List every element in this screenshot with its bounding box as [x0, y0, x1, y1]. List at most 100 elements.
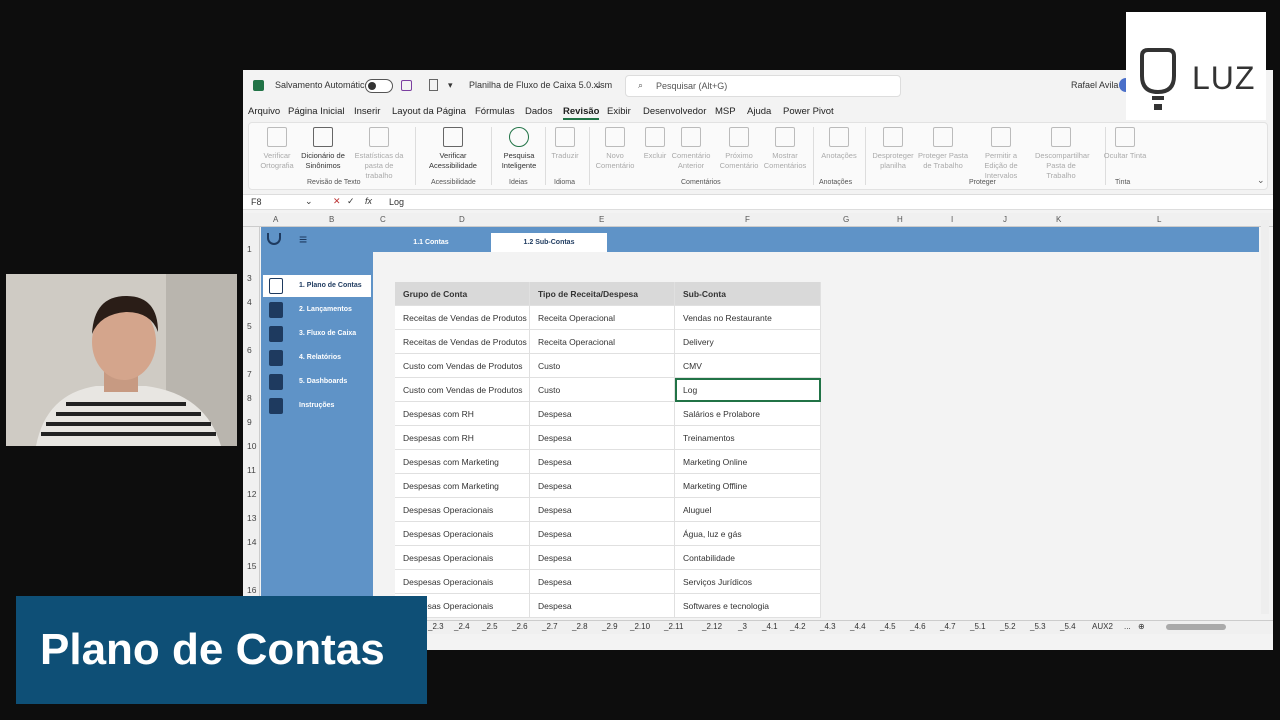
- unprotect-sheet-button[interactable]: Desproteger planilha: [867, 127, 919, 171]
- previous-comment-button[interactable]: Comentário Anterior: [665, 127, 717, 171]
- name-box[interactable]: F8: [251, 197, 262, 207]
- unshare-workbook-button[interactable]: Descompartilhar Pasta de Trabalho: [1035, 127, 1090, 181]
- vertical-scrollbar[interactable]: [1261, 220, 1269, 614]
- tab-contas[interactable]: 1.1 Contas: [383, 233, 479, 252]
- sidebar-item-instrucoes[interactable]: Instruções: [263, 395, 371, 417]
- allow-edit-ranges-button[interactable]: Permitir a Edição de Intervalos: [975, 127, 1027, 181]
- row-header[interactable]: 14: [247, 537, 256, 547]
- table-cell[interactable]: Serviços Jurídicos: [675, 570, 821, 594]
- hamburger-menu-icon[interactable]: ≡: [299, 231, 307, 247]
- tab-msp[interactable]: MSP: [715, 106, 736, 117]
- spelling-button[interactable]: Verificar Ortografia: [251, 127, 303, 171]
- table-cell[interactable]: Delivery: [675, 330, 821, 354]
- formula-input[interactable]: Log: [389, 197, 404, 207]
- fx-icon[interactable]: fx: [365, 196, 372, 206]
- search-box[interactable]: ⌕ Pesquisar (Alt+G): [625, 75, 901, 97]
- tab-revisao[interactable]: Revisão: [563, 106, 600, 120]
- tab-inserir[interactable]: Inserir: [354, 106, 380, 117]
- table-cell[interactable]: Custo: [530, 354, 675, 378]
- user-name[interactable]: Rafael Avila: [1071, 80, 1118, 90]
- sheet-tab[interactable]: _5.1: [970, 622, 986, 631]
- sheet-tab[interactable]: _2.7: [542, 622, 558, 631]
- table-cell[interactable]: Despesa: [530, 570, 675, 594]
- sheet-tab[interactable]: _2.10: [630, 622, 650, 631]
- column-header[interactable]: D: [459, 215, 465, 224]
- sheet-tab[interactable]: _2.9: [602, 622, 618, 631]
- table-cell[interactable]: Despesas com Marketing: [395, 450, 530, 474]
- save-icon[interactable]: [401, 80, 412, 91]
- column-header-tipo[interactable]: Tipo de Receita/Despesa: [530, 282, 675, 306]
- sheet-tab[interactable]: _5.2: [1000, 622, 1016, 631]
- sheet-tab[interactable]: _2.5: [482, 622, 498, 631]
- row-header[interactable]: 15: [247, 561, 256, 571]
- column-header[interactable]: C: [380, 215, 386, 224]
- sidebar-item-dashboards[interactable]: 5. Dashboards: [263, 371, 371, 393]
- thesaurus-button[interactable]: Dicionário de Sinônimos: [297, 127, 349, 171]
- accessibility-button[interactable]: Verificar Acessibilidade: [427, 127, 479, 171]
- sheet-tab[interactable]: _4.4: [850, 622, 866, 631]
- tab-formulas[interactable]: Fórmulas: [475, 106, 515, 117]
- tab-power-pivot[interactable]: Power Pivot: [783, 106, 834, 117]
- protect-workbook-button[interactable]: Proteger Pasta de Trabalho: [917, 127, 969, 171]
- table-cell[interactable]: Custo com Vendas de Produtos: [395, 354, 530, 378]
- horizontal-scrollbar[interactable]: [1166, 624, 1226, 630]
- sidebar-item-lancamentos[interactable]: 2. Lançamentos: [263, 299, 371, 321]
- table-cell[interactable]: Despesa: [530, 474, 675, 498]
- add-sheet-icon[interactable]: ⊕: [1138, 622, 1145, 631]
- table-cell[interactable]: Despesa: [530, 594, 675, 618]
- chevron-down-icon[interactable]: ⌄: [595, 80, 603, 91]
- row-header[interactable]: 12: [247, 489, 256, 499]
- sheet-tab[interactable]: _2.8: [572, 622, 588, 631]
- table-cell[interactable]: Despesas Operacionais: [395, 498, 530, 522]
- row-header[interactable]: 5: [247, 321, 252, 331]
- file-name[interactable]: Planilha de Fluxo de Caixa 5.0.xlsm: [469, 80, 612, 90]
- table-cell[interactable]: Despesas Operacionais: [395, 546, 530, 570]
- sheet-tab[interactable]: _5.3: [1030, 622, 1046, 631]
- column-header-sub-conta[interactable]: Sub-Conta: [675, 282, 821, 306]
- sidebar-item-fluxo-de-caixa[interactable]: 3. Fluxo de Caixa: [263, 323, 371, 345]
- table-cell[interactable]: Aluguel: [675, 498, 821, 522]
- row-header[interactable]: 9: [247, 417, 252, 427]
- column-header[interactable]: H: [897, 215, 903, 224]
- tab-ajuda[interactable]: Ajuda: [747, 106, 771, 117]
- sheet-tab[interactable]: _4.2: [790, 622, 806, 631]
- row-header[interactable]: 10: [247, 441, 256, 451]
- sheet-tab[interactable]: _4.5: [880, 622, 896, 631]
- column-header[interactable]: B: [329, 215, 334, 224]
- sheet-tab[interactable]: _4.1: [762, 622, 778, 631]
- row-header[interactable]: 16: [247, 585, 256, 595]
- column-header[interactable]: J: [1003, 215, 1007, 224]
- table-cell[interactable]: Receita Operacional: [530, 306, 675, 330]
- tab-dados[interactable]: Dados: [525, 106, 552, 117]
- name-box-dropdown-icon[interactable]: ⌄: [305, 196, 313, 207]
- table-cell[interactable]: Custo com Vendas de Produtos: [395, 378, 530, 402]
- autosave-toggle[interactable]: [365, 79, 393, 93]
- column-header[interactable]: F: [745, 215, 750, 224]
- sheet-tab[interactable]: _2.11: [664, 622, 683, 631]
- sidebar-item-relatorios[interactable]: 4. Relatórios: [263, 347, 371, 369]
- column-header-grupo[interactable]: Grupo de Conta: [395, 282, 530, 306]
- table-cell[interactable]: Despesas Operacionais: [395, 522, 530, 546]
- row-header[interactable]: 13: [247, 513, 256, 523]
- column-header[interactable]: K: [1056, 215, 1061, 224]
- collapse-ribbon-icon[interactable]: ⌄: [1257, 175, 1265, 186]
- hide-ink-button[interactable]: Ocultar Tinta: [1099, 127, 1151, 161]
- row-header[interactable]: 6: [247, 345, 252, 355]
- table-cell[interactable]: Despesas com RH: [395, 426, 530, 450]
- row-header[interactable]: 3: [247, 273, 252, 283]
- cancel-icon[interactable]: ✕: [333, 196, 341, 207]
- sheet-tab[interactable]: _2.12: [702, 622, 722, 631]
- sheet-tab[interactable]: _5.4: [1060, 622, 1076, 631]
- table-cell[interactable]: Despesa: [530, 498, 675, 522]
- tab-pagina-inicial[interactable]: Página Inicial: [288, 106, 345, 117]
- show-comments-button[interactable]: Mostrar Comentários: [759, 127, 811, 171]
- table-cell[interactable]: Contabilidade: [675, 546, 821, 570]
- row-header[interactable]: 8: [247, 393, 252, 403]
- table-cell[interactable]: Despesa: [530, 546, 675, 570]
- sheet-tab[interactable]: _2.3: [428, 622, 444, 631]
- row-header[interactable]: 7: [247, 369, 252, 379]
- column-header[interactable]: A: [273, 215, 278, 224]
- tab-sub-contas[interactable]: 1.2 Sub-Contas: [491, 233, 607, 252]
- sheet-tab[interactable]: _4.6: [910, 622, 926, 631]
- sheet-tab[interactable]: _2.4: [454, 622, 470, 631]
